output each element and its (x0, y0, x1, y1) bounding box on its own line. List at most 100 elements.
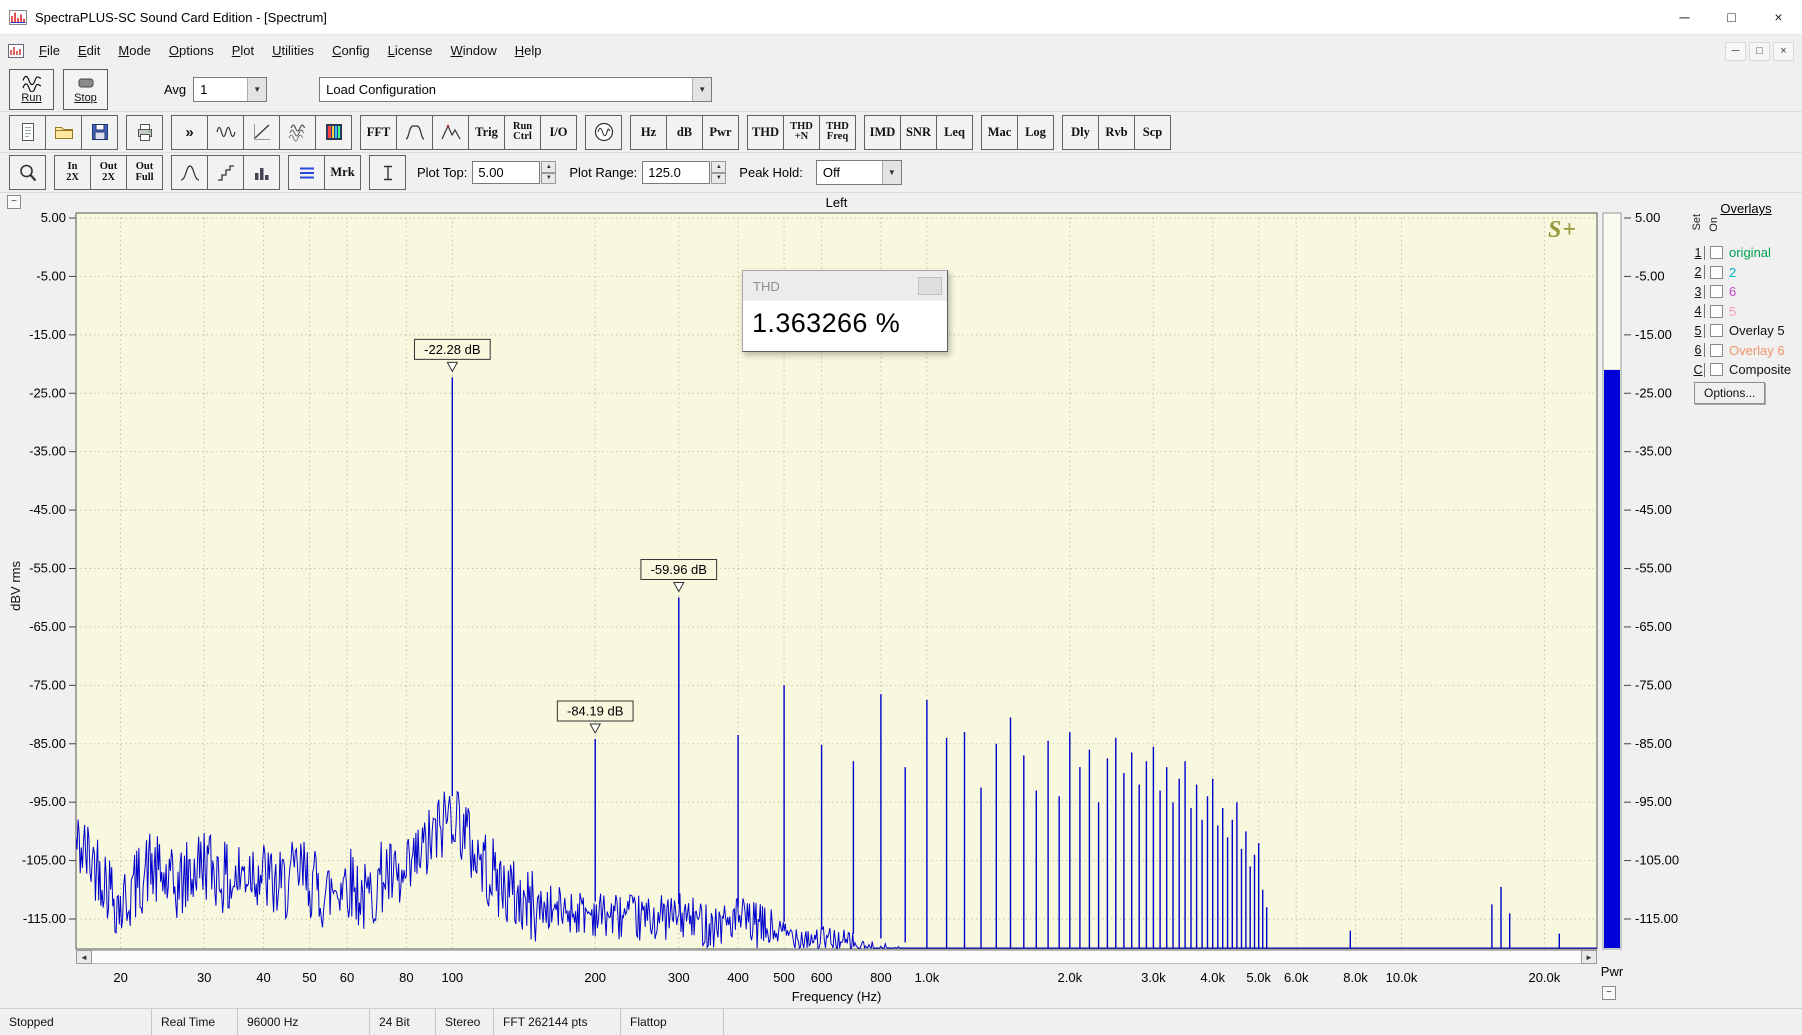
save-file-button[interactable] (81, 114, 118, 150)
plot-top-input[interactable] (472, 161, 541, 184)
mdi-close-button[interactable]: × (1773, 41, 1794, 61)
post-process-button[interactable]: » (171, 114, 208, 150)
plot-top-spin-down-button[interactable]: ▼ (541, 172, 557, 184)
step-plot-button[interactable] (207, 155, 244, 190)
db-units-button[interactable]: dB (666, 114, 703, 150)
dropdown-arrow-icon[interactable]: ▼ (692, 77, 712, 101)
close-button[interactable]: × (1755, 0, 1802, 34)
svg-text:-105.00: -105.00 (1635, 853, 1679, 868)
phase-plot-button[interactable] (243, 114, 280, 150)
hz-units-button[interactable]: Hz (630, 114, 667, 150)
snr-button[interactable]: SNR (900, 114, 937, 150)
window-function-button[interactable] (396, 114, 433, 150)
scope-button[interactable]: Scp (1134, 114, 1171, 150)
peak-marker-button[interactable] (432, 114, 469, 150)
overlay-on-checkbox-3[interactable] (1710, 285, 1723, 299)
overlay-set-link-5[interactable]: 5 (1692, 323, 1705, 338)
thd-button[interactable]: THD (747, 114, 784, 150)
reverb-button[interactable]: Rvb (1098, 114, 1135, 150)
plot-range-spin-down-button[interactable]: ▼ (711, 172, 727, 184)
overlay-set-link-3[interactable]: 3 (1692, 284, 1705, 299)
svg-text:6.0k: 6.0k (1284, 970, 1309, 985)
scroll-track[interactable] (92, 950, 1581, 964)
menu-window[interactable]: Window (441, 35, 505, 67)
menu-plot[interactable]: Plot (223, 35, 263, 67)
avg-select[interactable]: 1 ▼ (193, 76, 268, 102)
minimize-button[interactable]: ─ (1661, 0, 1708, 34)
io-settings-button[interactable]: I/O (540, 114, 577, 150)
collapse-meter-button[interactable]: − (1602, 986, 1616, 1000)
overlay-on-checkbox-C[interactable] (1710, 363, 1723, 377)
overlay-set-link-1[interactable]: 1 (1692, 245, 1705, 260)
signal-generator-button[interactable] (585, 114, 622, 150)
menu-config[interactable]: Config (323, 35, 379, 67)
mdi-restore-button[interactable]: □ (1749, 41, 1770, 61)
dropdown-arrow-icon[interactable]: ▼ (247, 77, 267, 101)
measure-button[interactable] (369, 155, 406, 190)
open-file-button[interactable] (45, 114, 82, 150)
notes-button[interactable] (288, 155, 325, 190)
leq-button[interactable]: Leq (936, 114, 973, 150)
waterfall-button[interactable] (279, 114, 316, 150)
plot-top-spin-up-button[interactable]: ▲ (541, 161, 557, 173)
dropdown-arrow-icon[interactable]: ▼ (881, 161, 901, 184)
run-button[interactable]: Run (9, 68, 54, 110)
distribution-button[interactable] (171, 155, 208, 190)
markers-button[interactable]: Mrk (324, 155, 361, 190)
imd-button[interactable]: IMD (864, 114, 901, 150)
svg-text:60: 60 (340, 970, 354, 985)
logging-button[interactable]: Log (1017, 114, 1054, 150)
time-series-button[interactable] (207, 114, 244, 150)
spectrogram-button[interactable] (315, 114, 352, 150)
output-full-button[interactable]: Out Full (126, 155, 163, 190)
macro-button[interactable]: Mac (981, 114, 1018, 150)
histogram-button[interactable] (243, 155, 280, 190)
menu-mode[interactable]: Mode (109, 35, 160, 67)
menu-options[interactable]: Options (160, 35, 223, 67)
thd-n-button[interactable]: THD +N (783, 114, 820, 150)
menu-help[interactable]: Help (506, 35, 551, 67)
menu-utilities[interactable]: Utilities (263, 35, 323, 67)
thd-window[interactable]: THD 1.363266 % (742, 270, 948, 352)
overlay-set-link-C[interactable]: C (1692, 362, 1705, 377)
overlay-set-link-4[interactable]: 4 (1692, 304, 1705, 319)
peak-hold-select[interactable]: Off ▼ (815, 160, 902, 185)
svg-text:-5.00: -5.00 (1635, 268, 1665, 283)
print-button[interactable] (126, 114, 163, 150)
power-units-button[interactable]: Pwr (702, 114, 739, 150)
menu-file[interactable]: File (30, 35, 69, 67)
trigger-button[interactable]: Trig (468, 114, 505, 150)
collapse-plot-button[interactable]: − (7, 195, 21, 209)
mdi-minimize-button[interactable]: ─ (1725, 41, 1746, 61)
scroll-right-button[interactable]: ► (1581, 950, 1597, 964)
plot-range-input[interactable] (642, 161, 711, 184)
overlay-on-checkbox-5[interactable] (1710, 324, 1723, 338)
menu-edit[interactable]: Edit (69, 35, 109, 67)
zoom-icon (19, 164, 36, 181)
load-configuration-select[interactable]: Load Configuration ▼ (319, 76, 713, 102)
svg-text:5.00: 5.00 (41, 210, 66, 225)
new-file-button[interactable] (9, 114, 46, 150)
stop-button[interactable]: Stop (63, 68, 108, 110)
overlay-set-link-2[interactable]: 2 (1692, 265, 1705, 280)
scroll-left-button[interactable]: ◄ (76, 950, 92, 964)
plot-range-spin-up-button[interactable]: ▲ (711, 161, 727, 173)
zoom-button[interactable] (9, 155, 46, 190)
input-2x-button[interactable]: In 2X (54, 155, 91, 190)
maximize-button[interactable]: □ (1708, 0, 1755, 34)
overlays-options-button[interactable]: Options... (1694, 382, 1766, 404)
overlays-col-set: Set (1691, 214, 1703, 231)
delay-button[interactable]: Dly (1062, 114, 1099, 150)
overlay-on-checkbox-2[interactable] (1710, 265, 1723, 279)
thd-titlebar[interactable]: THD (743, 271, 947, 301)
overlay-on-checkbox-4[interactable] (1710, 304, 1723, 318)
menu-license[interactable]: License (379, 35, 442, 67)
output-2x-button[interactable]: Out 2X (90, 155, 127, 190)
overlay-set-link-6[interactable]: 6 (1692, 343, 1705, 358)
fft-settings-button[interactable]: FFT (360, 114, 397, 150)
thd-window-button[interactable] (918, 277, 942, 295)
overlay-on-checkbox-6[interactable] (1710, 343, 1723, 357)
thd-freq-button[interactable]: THD Freq (819, 114, 856, 150)
run-control-button[interactable]: Run Ctrl (504, 114, 541, 150)
overlay-on-checkbox-1[interactable] (1710, 246, 1723, 260)
